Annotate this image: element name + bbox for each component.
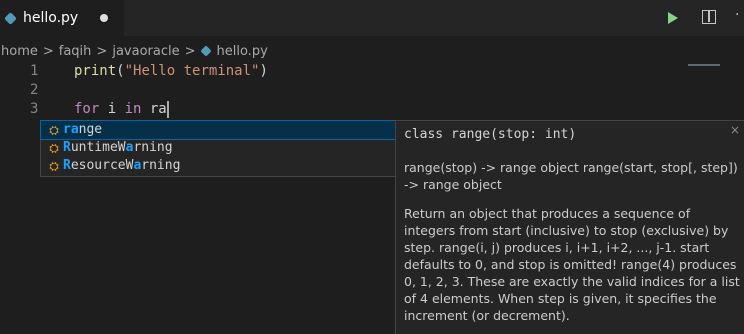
- breadcrumb-item-javaoracle[interactable]: javaoracle: [111, 44, 180, 59]
- breadcrumb-item-faqih[interactable]: faqih: [58, 44, 93, 59]
- tab-hello-py[interactable]: hello.py: [0, 0, 124, 36]
- breadcrumb-separator: >: [42, 43, 54, 59]
- line-number: 3: [30, 101, 39, 117]
- breadcrumb-separator: >: [184, 43, 196, 59]
- unsaved-dot-icon[interactable]: [100, 14, 109, 22]
- suggestion-label: RuntimeWarning: [63, 140, 173, 155]
- class-icon: ⛭: [49, 141, 59, 155]
- code-token: for: [74, 101, 100, 117]
- code-token: in: [124, 101, 142, 117]
- editor-window: hello.py · home > faqih > javaoracle > h…: [0, 0, 744, 334]
- split-editor-icon[interactable]: [702, 10, 716, 24]
- code-line[interactable]: 1 print("Hello terminal"): [0, 62, 744, 81]
- suggestion-item-range[interactable]: ⛭ range: [40, 120, 396, 140]
- class-icon: ⛭: [49, 159, 59, 173]
- suggestion-item-runtimewarning[interactable]: ⛭ RuntimeWarning: [41, 139, 395, 157]
- signature: class range(stop: int): [404, 127, 577, 142]
- class-icon: ⛭: [49, 123, 59, 137]
- breadcrumb: home > faqih > javaoracle > hello.py: [0, 41, 269, 61]
- python-file-icon: [199, 45, 212, 57]
- code-token: ra: [141, 101, 167, 117]
- code-line[interactable]: 3 for i in ra: [0, 100, 744, 119]
- doc-summary: range(stop) -> range object range(start,…: [404, 160, 738, 192]
- line-number: 1: [30, 63, 39, 79]
- tab-bar: hello.py ·: [0, 0, 744, 36]
- close-icon[interactable]: ×: [730, 123, 740, 137]
- line-number: 2: [30, 82, 39, 98]
- code-token: "Hello terminal": [124, 63, 260, 79]
- more-actions-icon[interactable]: ·: [735, 7, 739, 23]
- text-cursor: [166, 100, 169, 118]
- code-token: i: [99, 101, 125, 117]
- suggestion-details: × class range(stop: int) range(stop) -> …: [395, 120, 744, 334]
- code-token: ): [259, 63, 268, 79]
- suggestion-list: ⛭ range ⛭ RuntimeWarning ⛭ ResourceWarni…: [40, 120, 396, 177]
- code-line[interactable]: 2: [0, 81, 744, 100]
- code-token: (: [116, 63, 125, 79]
- tab-label: hello.py: [23, 10, 79, 26]
- breadcrumb-item-home[interactable]: home: [0, 44, 39, 59]
- breadcrumb-separator: >: [96, 43, 108, 59]
- line-text[interactable]: for i in ra: [74, 100, 169, 119]
- doc-description: Return an object that produces a sequenc…: [404, 206, 740, 323]
- suggestion-item-resourcewarning[interactable]: ⛭ ResourceWarning: [41, 157, 395, 175]
- breadcrumb-item-file[interactable]: hello.py: [216, 44, 269, 59]
- play-icon[interactable]: [668, 12, 678, 24]
- python-file-icon: [4, 11, 17, 25]
- suggestion-label: ResourceWarning: [63, 158, 181, 173]
- line-text[interactable]: print("Hello terminal"): [74, 62, 268, 81]
- suggestion-label: range: [63, 122, 103, 137]
- code-token: print: [74, 63, 117, 79]
